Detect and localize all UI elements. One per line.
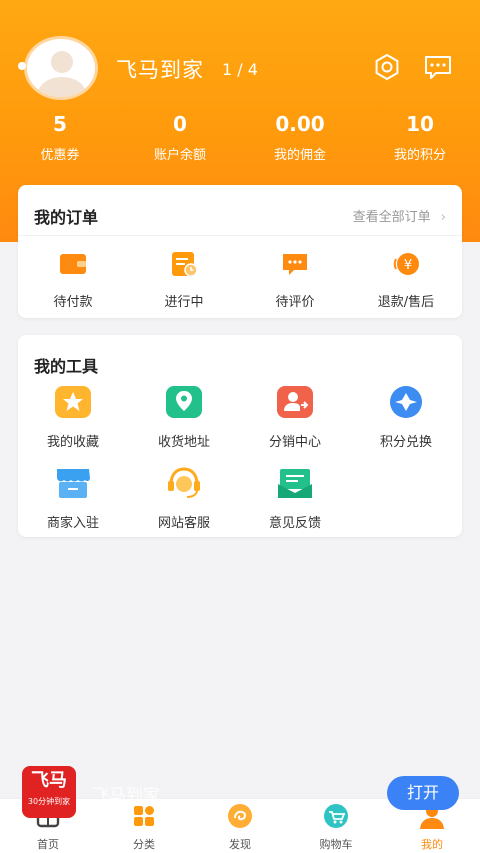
order-item-label: 退款/售后 — [377, 295, 435, 310]
stat-label: 我的积分 — [393, 148, 446, 163]
tool-address[interactable]: 收货地址 — [129, 385, 239, 450]
stat-label: 账户余额 — [153, 148, 206, 163]
avatar-body — [38, 77, 86, 97]
stats-row: 5 优惠券 0 账户余额 0.00 我的佣金 10 我的积分 — [0, 112, 480, 168]
order-to-review[interactable]: 待评价 — [240, 249, 350, 310]
tool-label: 我的收藏 — [46, 435, 99, 450]
tab-category[interactable]: 分类 — [96, 803, 192, 852]
promo-app-name: 飞马到家 — [92, 786, 160, 806]
star-icon — [55, 386, 91, 418]
location-icon — [166, 386, 202, 418]
tab-profile[interactable]: 我的 — [384, 803, 480, 852]
view-all-label: 查看全部订单 — [352, 210, 431, 225]
tab-discover[interactable]: 发现 — [192, 803, 288, 852]
stat-value: 10 — [406, 112, 434, 136]
tab-cart[interactable]: 购物车 — [288, 803, 384, 852]
pager: 1 / 4 — [222, 60, 258, 79]
order-in-progress[interactable]: 进行中 — [129, 249, 239, 310]
message-icon[interactable] — [424, 53, 452, 81]
comment-icon — [283, 254, 307, 275]
stat-points[interactable]: 10 我的积分 — [370, 112, 470, 163]
tab-label: 首页 — [37, 838, 59, 851]
tool-distribution[interactable]: 分销中心 — [240, 385, 350, 450]
view-all-orders-link[interactable]: 查看全部订单 › — [353, 206, 446, 225]
app-logo-sub: 30分钟到家 — [27, 797, 71, 806]
tab-label: 我的 — [421, 838, 443, 851]
feedback-icon — [278, 469, 312, 498]
shop-icon — [57, 469, 90, 498]
stat-label: 我的佣金 — [273, 148, 326, 163]
tab-label: 分类 — [133, 838, 155, 851]
stat-label: 优惠券 — [40, 148, 80, 163]
divider — [18, 235, 462, 236]
settings-icon[interactable] — [373, 53, 401, 81]
headset-icon — [168, 467, 200, 498]
tool-label: 分销中心 — [268, 435, 321, 450]
tool-label: 商家入驻 — [46, 516, 99, 531]
diamond-icon — [390, 386, 422, 418]
tool-label: 积分兑换 — [379, 435, 432, 450]
wallet-icon — [60, 254, 86, 274]
stat-value: 0 — [173, 112, 187, 136]
tool-merchant-join[interactable]: 商家入驻 — [18, 466, 128, 531]
app-logo[interactable]: 飞马 30分钟到家 — [22, 766, 76, 818]
orders-card: 我的订单 查看全部订单 › 待付款 进行中 待评价 ¥ 退款/售后 — [18, 185, 462, 318]
stat-commission[interactable]: 0.00 我的佣金 — [250, 112, 350, 163]
tool-label: 意见反馈 — [268, 516, 321, 531]
stat-value: 0.00 — [275, 112, 325, 136]
orders-title: 我的订单 — [34, 208, 99, 227]
app-logo-text: 飞马 — [31, 770, 67, 791]
stat-balance[interactable]: 0 账户余额 — [130, 112, 230, 163]
order-pending-payment[interactable]: 待付款 — [18, 249, 128, 310]
discover-icon — [228, 804, 252, 828]
yen-refund-icon: ¥ — [393, 253, 419, 275]
cart-icon — [324, 804, 348, 828]
avatar[interactable] — [24, 36, 98, 100]
tools-card: 我的工具 我的收藏 收货地址 分销中心 积分兑换 商家入驻 网站客服 意见反馈 — [18, 335, 462, 537]
chevron-right-icon: › — [440, 210, 446, 225]
stat-value: 5 — [53, 112, 67, 136]
tool-favorites[interactable]: 我的收藏 — [18, 385, 128, 450]
tool-label: 网站客服 — [157, 516, 210, 531]
avatar-dot — [18, 62, 26, 70]
order-item-label: 待付款 — [53, 295, 93, 310]
order-item-label: 待评价 — [275, 295, 315, 310]
clock-list-icon — [172, 252, 198, 277]
avatar-head — [51, 51, 73, 73]
tab-label: 购物车 — [319, 838, 353, 851]
tools-title: 我的工具 — [34, 357, 99, 376]
stat-coupons[interactable]: 5 优惠券 — [10, 112, 110, 163]
tool-label: 收货地址 — [157, 435, 210, 450]
tool-points-exchange[interactable]: 积分兑换 — [351, 385, 461, 450]
tool-customer-service[interactable]: 网站客服 — [129, 466, 239, 531]
order-item-label: 进行中 — [164, 295, 204, 310]
distribution-icon — [277, 386, 313, 418]
order-refund[interactable]: ¥ 退款/售后 — [351, 249, 461, 310]
page-title: 飞马到家 — [116, 58, 204, 82]
category-icon — [134, 806, 154, 826]
tab-label: 发现 — [229, 838, 251, 851]
tool-feedback[interactable]: 意见反馈 — [240, 466, 350, 531]
open-app-button[interactable]: 打开 — [387, 776, 459, 810]
svg-text:¥: ¥ — [404, 258, 412, 273]
